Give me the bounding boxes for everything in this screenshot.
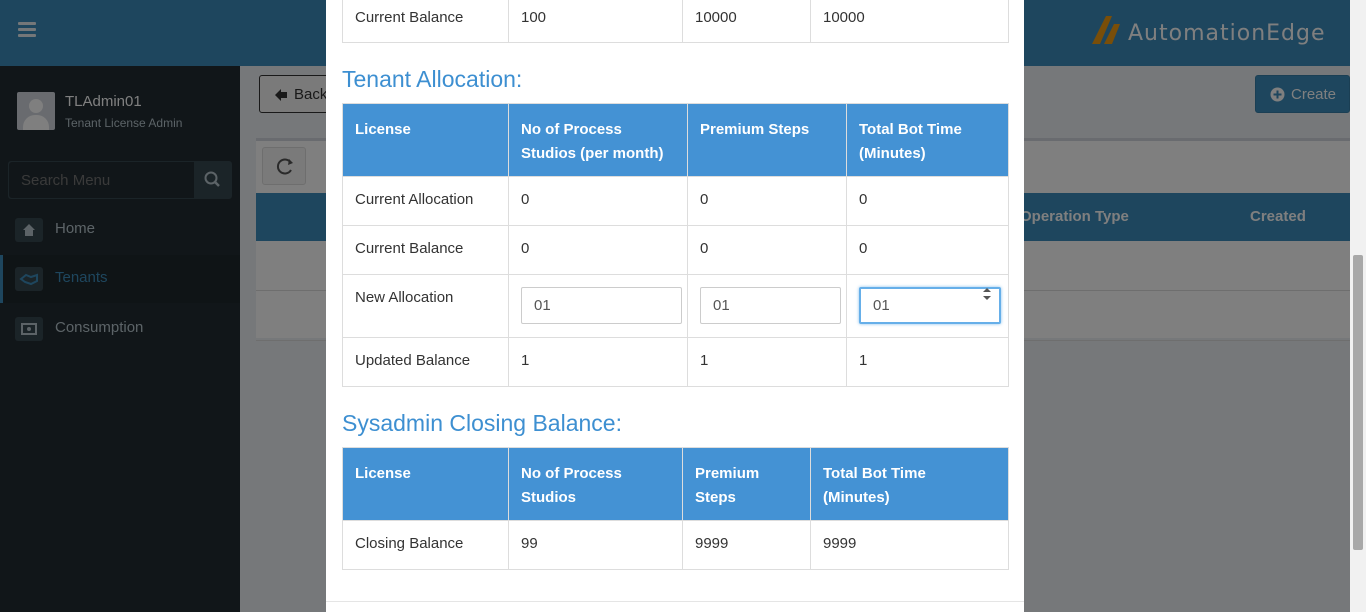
table-row: Updated Balance 1 1 1 [342, 337, 1009, 387]
cell-value: 0 [508, 225, 688, 275]
tenant-allocation-table: License No of Process Studios (per month… [342, 103, 1009, 387]
table-row-new-allocation: New Allocation [342, 274, 1009, 338]
cell-value: 100 [508, 0, 683, 43]
process-studios-input[interactable] [521, 287, 682, 324]
column-header: License [342, 447, 509, 521]
column-header: Total Bot Time (Minutes) [810, 447, 1009, 521]
cell-value: 1 [687, 337, 847, 387]
bot-time-input[interactable] [859, 287, 1001, 324]
cell-value: 0 [687, 176, 847, 226]
column-header: Premium Steps [682, 447, 811, 521]
modal-footer-divider [326, 601, 1024, 602]
row-label: Updated Balance [342, 337, 509, 387]
top-balance-table: Current Balance 100 10000 10000 [342, 0, 1009, 43]
row-label: Current Allocation [342, 176, 509, 226]
table-row: Closing Balance 99 9999 9999 [342, 520, 1009, 570]
cell-value: 0 [846, 176, 1009, 226]
column-header: No of Process Studios [508, 447, 683, 521]
closing-balance-title: Sysadmin Closing Balance: [342, 410, 622, 436]
row-label: Closing Balance [342, 520, 509, 570]
table-header-row: License No of Process Studios Premium St… [342, 447, 1009, 521]
row-label: Current Balance [342, 0, 509, 43]
column-header: Premium Steps [687, 103, 847, 177]
cell-value: 1 [846, 337, 1009, 387]
scrollbar-thumb[interactable] [1353, 255, 1363, 550]
table-row: Current Allocation 0 0 0 [342, 176, 1009, 226]
cell-value: 0 [846, 225, 1009, 275]
cell-value: 9999 [682, 520, 811, 570]
allocation-modal: Current Balance 100 10000 10000 Tenant A… [326, 0, 1024, 612]
cell-value: 9999 [810, 520, 1009, 570]
cell-value: 1 [508, 337, 688, 387]
input-cell [846, 274, 1009, 338]
column-header: Total Bot Time (Minutes) [846, 103, 1009, 177]
premium-steps-input[interactable] [700, 287, 841, 324]
table-row: Current Balance 0 0 0 [342, 225, 1009, 275]
table-row: Current Balance 100 10000 10000 [342, 0, 1009, 43]
input-cell [687, 274, 847, 338]
column-header: No of Process Studios (per month) [508, 103, 688, 177]
cell-value: 0 [687, 225, 847, 275]
cell-value: 10000 [682, 0, 811, 43]
cell-value: 99 [508, 520, 683, 570]
page-scrollbar[interactable] [1350, 0, 1366, 612]
closing-balance-table: License No of Process Studios Premium St… [342, 447, 1009, 570]
tenant-allocation-title: Tenant Allocation: [342, 66, 523, 92]
row-label: Current Balance [342, 225, 509, 275]
input-cell [508, 274, 688, 338]
spinner-arrows-icon[interactable] [982, 285, 992, 303]
cell-value: 10000 [810, 0, 1009, 43]
table-header-row: License No of Process Studios (per month… [342, 103, 1009, 177]
cell-value: 0 [508, 176, 688, 226]
column-header: License [342, 103, 509, 177]
row-label: New Allocation [342, 274, 509, 338]
